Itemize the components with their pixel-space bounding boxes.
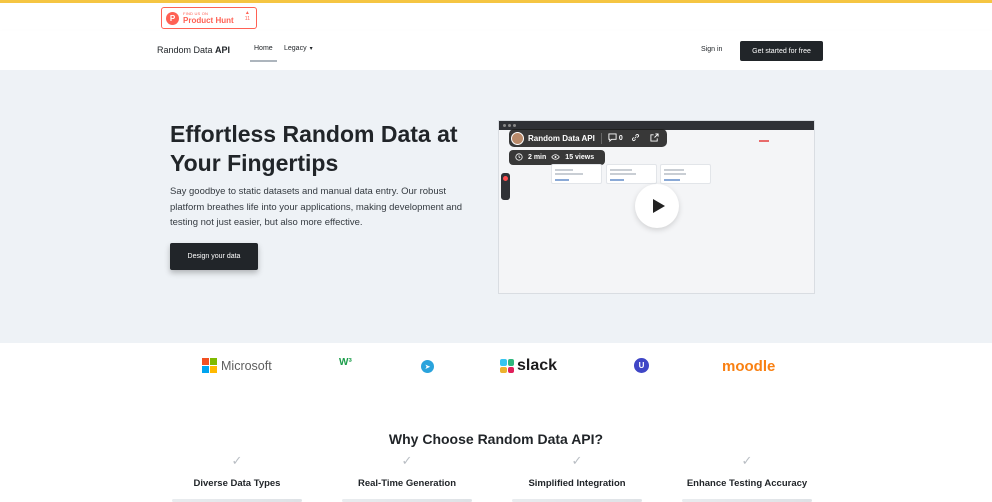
feature-card: ✓ Enhance Testing Accuracy bbox=[662, 454, 832, 502]
producthunt-band: P FIND US ON Product Hunt ▲ 11 bbox=[0, 3, 992, 31]
producthunt-text: FIND US ON Product Hunt bbox=[183, 10, 234, 25]
feature-card: ✓ Real-Time Generation bbox=[322, 454, 492, 502]
slack-icon bbox=[500, 359, 514, 373]
video-content-accent bbox=[759, 140, 769, 142]
client-logos: Microsoft W³ ➤ slack U moodle bbox=[0, 352, 992, 382]
design-your-data-button[interactable]: Design your data bbox=[170, 243, 258, 270]
nav-legacy-dropdown[interactable]: Legacy ▾ bbox=[284, 45, 313, 52]
brand-name: Random Data bbox=[157, 45, 216, 55]
producthunt-find-label: FIND US ON bbox=[183, 10, 209, 16]
eye-icon bbox=[551, 153, 560, 163]
video-title-bar: Random Data API 0 bbox=[509, 129, 667, 147]
feature-card: ✓ Simplified Integration bbox=[492, 454, 662, 502]
slack-logo: slack bbox=[500, 357, 557, 375]
hero-title: Effortless Random Data at Your Fingertip… bbox=[170, 121, 458, 176]
hero-section: Effortless Random Data at Your Fingertip… bbox=[0, 70, 992, 343]
demo-video-player[interactable]: Random Data API 0 2 min 15 views bbox=[498, 120, 815, 294]
sign-in-link[interactable]: Sign in bbox=[701, 46, 722, 53]
slack-logo-text: slack bbox=[517, 357, 558, 374]
producthunt-votes: ▲ 11 bbox=[244, 10, 250, 22]
link-icon[interactable] bbox=[631, 133, 640, 144]
why-choose-heading: Why Choose Random Data API? bbox=[0, 431, 992, 447]
check-icon: ✓ bbox=[401, 453, 413, 468]
get-started-button[interactable]: Get started for free bbox=[740, 41, 823, 61]
nav-home-link[interactable]: Home bbox=[250, 41, 277, 62]
telegram-icon: ➤ bbox=[421, 360, 434, 373]
video-mini-card bbox=[660, 164, 711, 184]
feature-title: Real-Time Generation bbox=[357, 478, 457, 489]
video-mini-card bbox=[551, 164, 602, 184]
producthunt-logo-icon: P bbox=[166, 11, 179, 25]
telegram-logo: ➤ bbox=[421, 360, 434, 373]
feature-card: ✓ Diverse Data Types bbox=[152, 454, 322, 502]
video-comment-count: 0 bbox=[618, 134, 623, 142]
play-button[interactable] bbox=[635, 184, 679, 228]
navbar: Random Data API Home Legacy ▾ Sign in Get… bbox=[0, 31, 992, 70]
producthunt-vote-count: 11 bbox=[244, 15, 250, 22]
why-title-mark: ? bbox=[594, 431, 604, 447]
check-icon: ✓ bbox=[231, 453, 243, 468]
video-meta-bar: 2 min 15 views bbox=[509, 150, 606, 165]
producthunt-name: Product Hunt bbox=[183, 15, 234, 25]
microsoft-logo: Microsoft bbox=[202, 358, 272, 373]
chevron-down-icon: ▾ bbox=[309, 46, 313, 52]
moodle-logo: moodle bbox=[722, 358, 775, 375]
nav-legacy-label: Legacy bbox=[284, 45, 307, 52]
udemy-icon: U bbox=[634, 358, 649, 373]
w3schools-logo: W³ bbox=[339, 357, 352, 368]
brand-api: API bbox=[215, 45, 231, 55]
hero-description: Say goodbye to static datasets and manua… bbox=[170, 186, 463, 228]
why-title-text: Why Choose Random Data bbox=[388, 431, 572, 447]
play-icon bbox=[652, 199, 665, 213]
why-title-api: API bbox=[571, 431, 595, 447]
video-title: Random Data API bbox=[528, 133, 595, 143]
check-icon: ✓ bbox=[741, 453, 753, 468]
feature-title: Diverse Data Types bbox=[193, 478, 281, 489]
clock-icon bbox=[515, 152, 523, 163]
feature-title: Enhance Testing Accuracy bbox=[686, 478, 808, 489]
microsoft-logo-text: Microsoft bbox=[221, 358, 272, 373]
video-views: 15 views bbox=[565, 154, 595, 161]
feature-title: Simplified Integration bbox=[528, 478, 626, 489]
microsoft-icon bbox=[202, 358, 217, 373]
avatar bbox=[511, 131, 524, 145]
brand-logo[interactable]: Random Data API bbox=[157, 45, 230, 55]
check-icon: ✓ bbox=[571, 453, 583, 468]
record-toolbar bbox=[501, 173, 510, 200]
video-mini-card bbox=[606, 164, 657, 184]
producthunt-badge[interactable]: P FIND US ON Product Hunt ▲ 11 bbox=[161, 7, 257, 29]
udemy-logo: U bbox=[634, 358, 649, 373]
video-duration: 2 min bbox=[528, 154, 547, 161]
comment-icon[interactable] bbox=[608, 132, 617, 144]
video-title-separator bbox=[600, 132, 602, 144]
external-link-icon[interactable] bbox=[650, 132, 659, 144]
moodle-logo-text: moodle bbox=[722, 358, 776, 375]
